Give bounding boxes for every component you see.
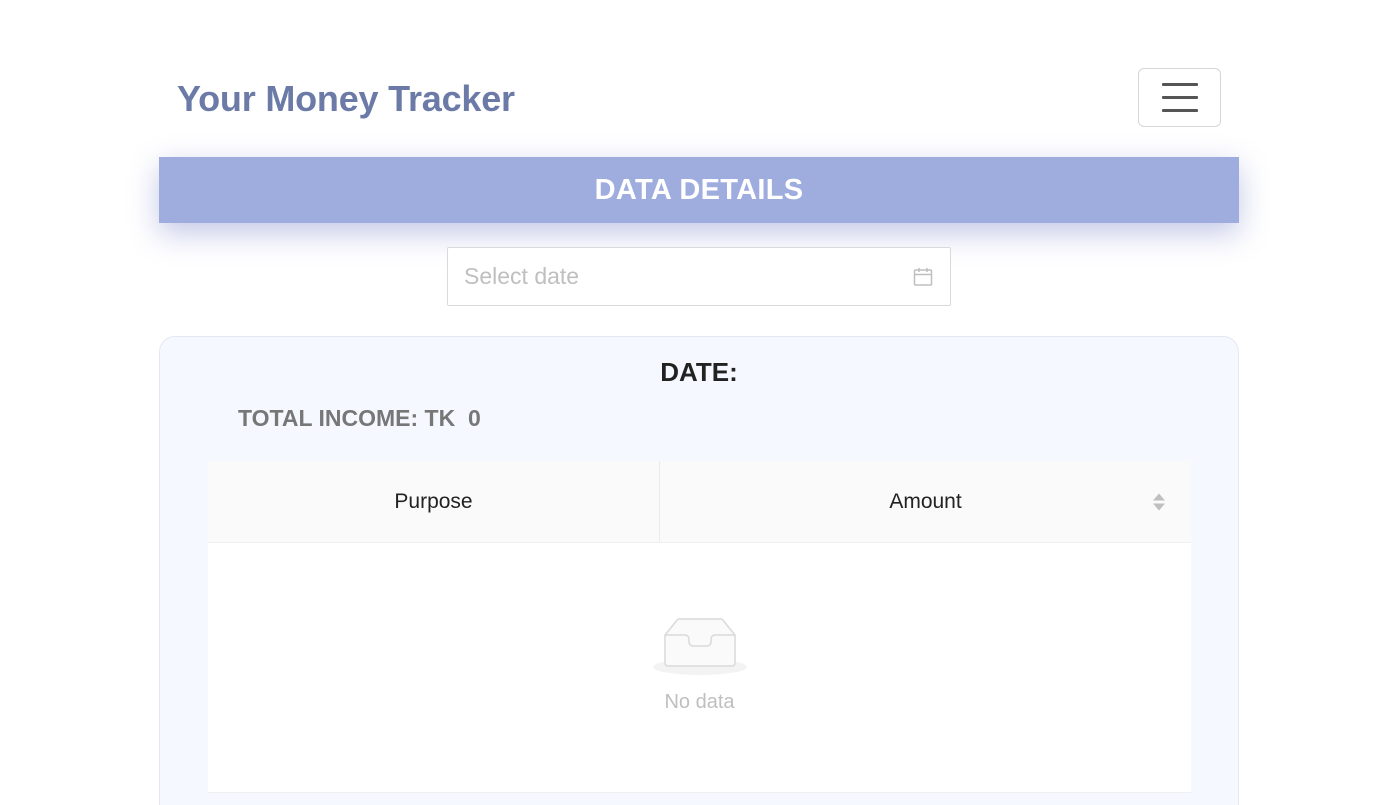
date-picker[interactable]	[447, 247, 951, 306]
column-header-amount[interactable]: Amount	[659, 461, 1191, 542]
table-header: Purpose Amount	[208, 461, 1191, 543]
total-income: TOTAL INCOME: TK 0	[238, 405, 481, 431]
empty-state: No data	[208, 613, 1191, 714]
sort-ascending-icon	[1153, 493, 1165, 500]
sort-icon[interactable]	[1153, 493, 1165, 510]
column-header-label: Purpose	[394, 489, 473, 513]
empty-inbox-icon	[652, 618, 747, 675]
hamburger-menu-icon	[1161, 83, 1198, 86]
column-header-label: Amount	[889, 489, 962, 513]
calendar-icon[interactable]	[912, 266, 934, 288]
column-header-purpose: Purpose	[208, 461, 659, 542]
empty-text: No data	[664, 691, 735, 713]
data-table: Purpose Amount No data	[208, 461, 1191, 793]
table-body: No data	[208, 543, 1191, 793]
page: Your Money Tracker DATA DETAILS DATE: TO…	[0, 0, 1373, 805]
banner-title: DATA DETAILS	[594, 173, 804, 206]
data-card: DATE: TOTAL INCOME: TK 0 Purpose Amount	[159, 336, 1239, 805]
data-details-banner: DATA DETAILS	[159, 157, 1239, 223]
date-heading: DATE:	[660, 357, 738, 387]
sort-descending-icon	[1153, 503, 1165, 510]
date-input[interactable]	[464, 263, 912, 290]
menu-toggle-button[interactable]	[1138, 68, 1221, 127]
brand-title[interactable]: Your Money Tracker	[177, 78, 515, 120]
